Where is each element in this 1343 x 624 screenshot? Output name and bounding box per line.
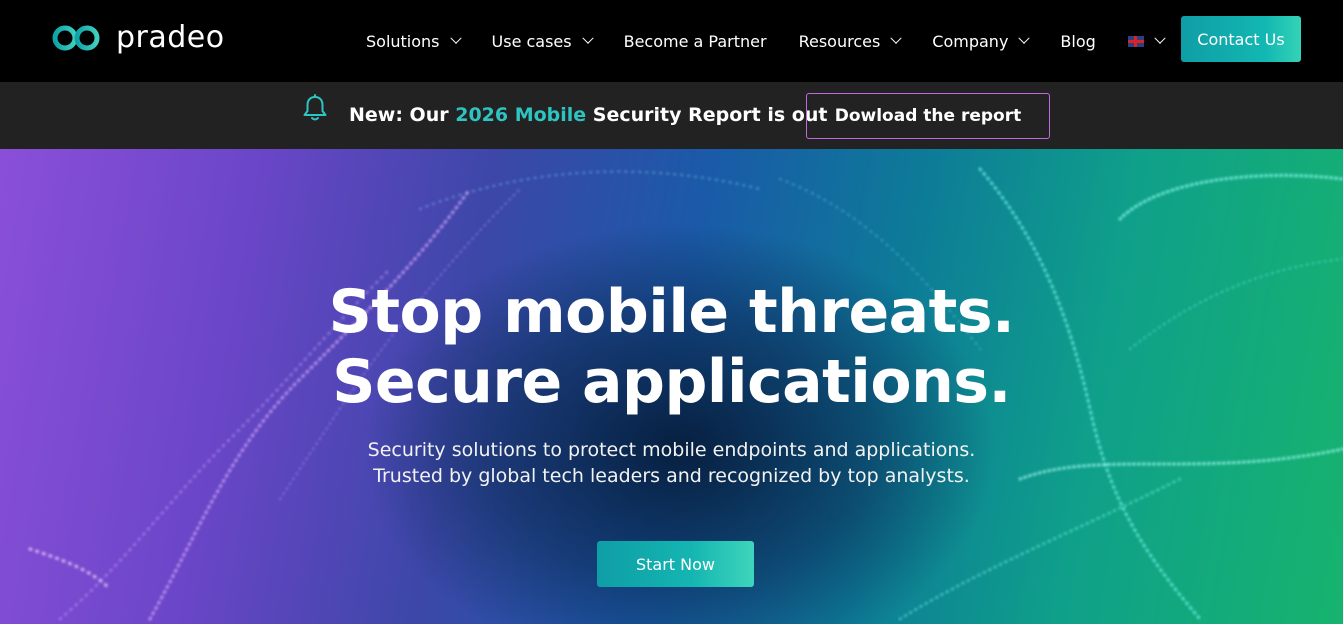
nav-item-use-cases[interactable]: Use cases [491,31,594,51]
contact-us-button[interactable]: Contact Us [1181,16,1301,62]
hero-title-line2: Secure applications. [332,347,1011,417]
nav-item-become-partner[interactable]: Become a Partner [624,32,767,51]
hero-subtitle-line2: Trusted by global tech leaders and recog… [373,465,970,487]
chevron-down-icon [449,32,462,44]
nav-label: Become a Partner [623,31,767,51]
infinity-logo-icon [52,25,100,51]
main-menu: Solutions Use cases Become a Partner Res… [366,0,1196,82]
download-report-button[interactable]: Dowload the report [806,93,1050,139]
top-navigation: pradeo Solutions Use cases Become a Part… [0,0,1343,82]
hero-title: Stop mobile threats. Secure applications… [0,277,1343,417]
chevron-down-icon [581,32,594,44]
nav-label: Company [932,31,1009,51]
announcement-bar: New: Our 2026 Mobile Security Report is … [0,82,1343,149]
hero-subtitle: Security solutions to protect mobile end… [0,437,1343,489]
nav-label: Solutions [366,31,440,51]
announcement-prefix: New: Our [349,104,456,126]
chevron-down-icon [1018,32,1031,44]
announcement-suffix: Security Report is out [586,104,828,126]
nav-item-company[interactable]: Company [932,31,1031,51]
chevron-down-icon [890,32,902,44]
nav-label: Blog [1060,31,1096,51]
hero-section: Stop mobile threats. Secure applications… [0,149,1343,624]
nav-item-blog[interactable]: Blog [1060,32,1095,51]
nav-item-solutions[interactable]: Solutions [366,31,462,51]
start-now-button[interactable]: Start Now [597,541,754,587]
logo-text: pradeo [116,20,225,55]
hero-subtitle-line1: Security solutions to protect mobile end… [367,439,976,461]
nav-label: Resources [798,31,881,51]
nav-label: Use cases [491,31,572,51]
announcement-text: New: Our 2026 Mobile Security Report is … [349,104,827,126]
nav-item-resources[interactable]: Resources [798,31,902,51]
language-selector[interactable] [1127,32,1166,47]
announcement-highlight: 2026 Mobile [455,104,587,126]
hero-title-line1: Stop mobile threats. [328,277,1015,347]
uk-flag-icon [1127,35,1144,47]
bell-icon [303,94,327,121]
pradeo-logo[interactable]: pradeo [50,22,225,54]
chevron-down-icon [1154,32,1166,44]
